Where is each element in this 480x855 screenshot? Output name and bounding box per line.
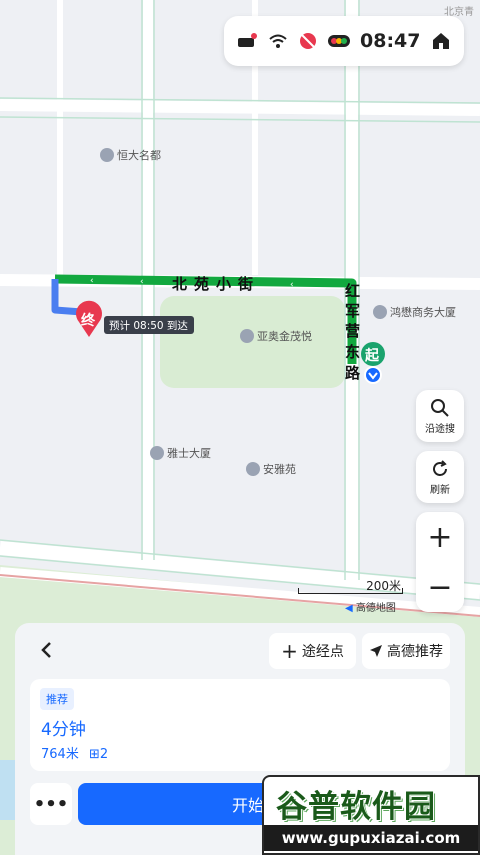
- plus-icon: +: [281, 639, 298, 663]
- recommend-button[interactable]: 高德推荐: [362, 633, 450, 669]
- road-label-3: 小: [216, 275, 231, 293]
- svg-text:起: 起: [364, 347, 380, 364]
- more-button[interactable]: •••: [30, 783, 72, 825]
- add-waypoint-button[interactable]: + 途经点: [269, 633, 356, 669]
- poi-label: 雅士大厦: [167, 446, 211, 460]
- route-distance: 764米: [41, 747, 79, 762]
- road-label-v4: 东: [345, 343, 360, 361]
- svg-text:终: 终: [81, 312, 96, 329]
- poi-icon: [373, 305, 387, 319]
- park-area: [160, 296, 345, 388]
- status-bar: 08:47: [224, 16, 464, 66]
- traffic-light-icon: [328, 30, 350, 52]
- chevron-left-icon: [41, 642, 51, 658]
- traffic-light-count: 2: [99, 747, 109, 762]
- road-label-v2: 军: [345, 302, 360, 320]
- poi-icon: [150, 446, 164, 460]
- refresh-button[interactable]: 刷新: [416, 451, 464, 503]
- scale-bar: 200米: [298, 578, 403, 594]
- route-duration: 4分钟: [41, 720, 86, 740]
- poi-label: 安雅苑: [263, 462, 296, 476]
- back-button[interactable]: [35, 638, 59, 662]
- clock: 08:47: [360, 30, 421, 52]
- search-icon: [431, 398, 449, 417]
- poi-label: 鸿懋商务大厦: [390, 305, 456, 319]
- zoom-in-button[interactable]: +: [416, 512, 464, 562]
- recommend-label: 高德推荐: [387, 644, 443, 660]
- search-along-button[interactable]: 沿途搜: [416, 390, 464, 442]
- traffic-light-count-icon: ⊞: [88, 747, 100, 762]
- poi-label: 恒大名都: [117, 148, 161, 162]
- watermark-url: www.gupuxiazai.com: [264, 825, 478, 851]
- wifi-icon: [268, 30, 288, 52]
- provider-icon: ◀: [345, 603, 353, 614]
- navigate-icon: [370, 645, 382, 657]
- road-label-v1: 红: [345, 282, 360, 300]
- route-stats: 764米 ⊞2: [41, 743, 108, 762]
- road-label-4: 街: [237, 275, 253, 293]
- route-option-card[interactable]: 推荐 4分钟 764米 ⊞2: [30, 679, 450, 771]
- svg-text:‹: ‹: [90, 276, 94, 286]
- svg-text:‹: ‹: [140, 277, 144, 287]
- location-off-icon: [298, 30, 318, 52]
- provider-text: 高德地图: [355, 603, 396, 614]
- zoom-control: + −: [416, 512, 464, 612]
- poi-icon: [100, 148, 114, 162]
- road-label-1: 北: [172, 275, 187, 293]
- refresh-label: 刷新: [430, 484, 450, 496]
- eta-text: 预计 08:50 到达: [109, 319, 188, 332]
- poi-icon: [240, 329, 254, 343]
- poi-label: 亚奥金茂悦: [257, 329, 312, 343]
- zoom-out-button[interactable]: −: [416, 562, 464, 612]
- poi-icon: [246, 462, 260, 476]
- start-marker: 起: [361, 342, 385, 384]
- search-along-label: 沿途搜: [425, 423, 455, 435]
- home-icon[interactable]: [430, 30, 452, 52]
- road-label-v3: 营: [345, 322, 360, 340]
- route-tag: 推荐: [40, 688, 74, 710]
- road-label-v5: 路: [345, 364, 361, 382]
- watermark: 谷普软件园 www.gupuxiazai.com: [262, 775, 480, 855]
- car-icon: [236, 30, 258, 52]
- refresh-icon: [433, 459, 447, 476]
- road-label-2: 苑: [194, 275, 209, 293]
- provider-label: ◀ 高德地图: [345, 599, 396, 614]
- watermark-title: 谷普软件园: [276, 789, 436, 825]
- add-waypoint-label: 途经点: [301, 644, 344, 660]
- svg-text:‹: ‹: [290, 280, 294, 290]
